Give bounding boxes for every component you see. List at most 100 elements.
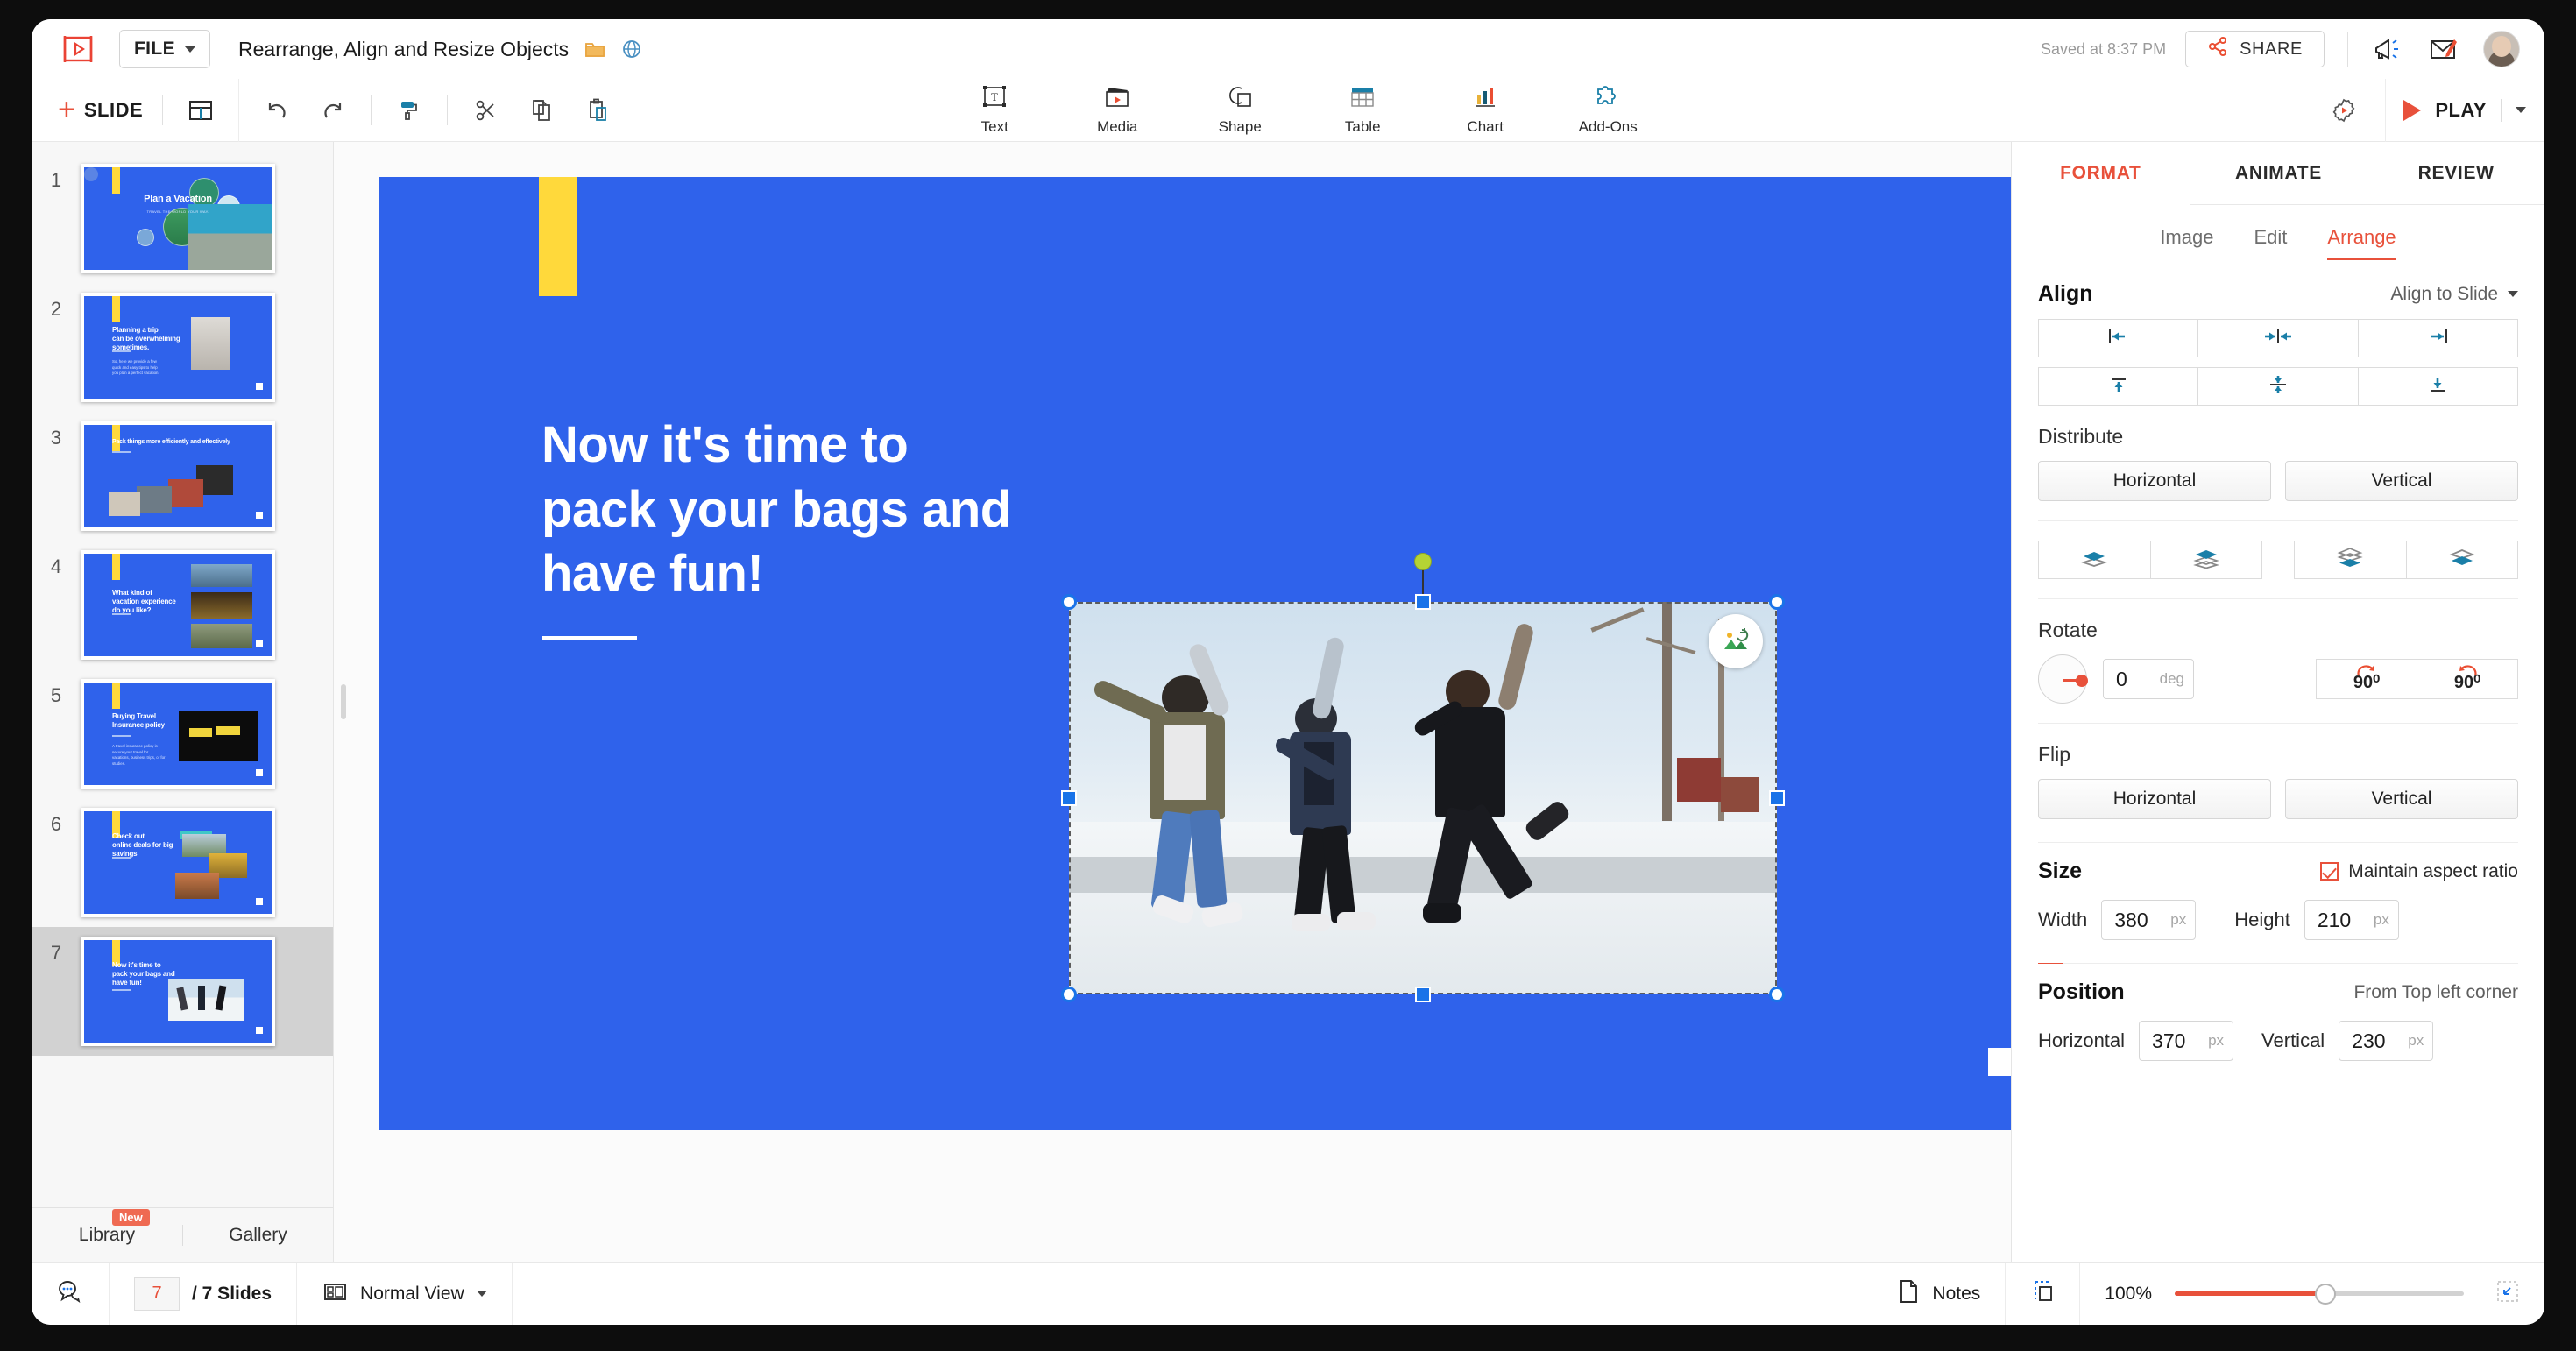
resize-handle-top-center[interactable]: [1415, 594, 1431, 610]
subtab-arrange[interactable]: Arrange: [2327, 226, 2396, 260]
image-content: [1069, 602, 1777, 994]
resize-handle-top-left[interactable]: [1061, 594, 1077, 610]
thumbnail-canvas: Pack things more efficiently and effecti…: [81, 421, 275, 531]
panel-resize-handle[interactable]: [341, 684, 346, 719]
slide-title-text[interactable]: Now it's time to pack your bags and have…: [541, 413, 1011, 606]
align-center-horizontal-button[interactable]: [2197, 319, 2359, 357]
slide-thumbnail-7[interactable]: 7 Now it's time to pack your bags and ha…: [32, 927, 333, 1056]
send-backward-button[interactable]: [2038, 541, 2151, 579]
rotate-handle-icon[interactable]: [1414, 553, 1432, 570]
folder-icon[interactable]: [584, 39, 605, 60]
height-label: Height: [2234, 909, 2290, 930]
file-menu-button[interactable]: FILE: [119, 30, 210, 68]
copy-icon[interactable]: [523, 93, 560, 128]
align-target-dropdown[interactable]: Align to Slide: [2390, 284, 2518, 305]
slide-stage[interactable]: Now it's time to pack your bags and have…: [379, 177, 2011, 1130]
view-mode-dropdown[interactable]: Normal View: [297, 1262, 513, 1325]
shape-icon: [1225, 84, 1255, 115]
notes-button[interactable]: Notes: [1872, 1262, 2006, 1325]
envelope-edit-icon[interactable]: [2427, 34, 2459, 64]
rotate-counterclockwise-button[interactable]: 90⁰: [2417, 659, 2518, 699]
resize-handle-middle-left[interactable]: [1061, 790, 1077, 806]
width-input[interactable]: 380 px: [2101, 900, 2197, 940]
slide-thumbnail-5[interactable]: 5 Buying Travel Insurance policy A trave…: [32, 669, 333, 798]
position-vertical-input[interactable]: 230 px: [2339, 1021, 2434, 1061]
paste-icon[interactable]: [579, 93, 616, 128]
rotate-clockwise-button[interactable]: 90⁰: [2316, 659, 2417, 699]
gallery-label: Gallery: [229, 1224, 287, 1245]
slide-thumbnail-6[interactable]: 6 Check out online deals for big savings: [32, 798, 333, 927]
align-middle-vertical-button[interactable]: [2197, 367, 2359, 406]
selected-image-object[interactable]: [1061, 553, 1785, 1002]
resize-handle-top-right[interactable]: [1769, 594, 1785, 610]
maintain-aspect-ratio-checkbox[interactable]: Maintain aspect ratio: [2320, 861, 2518, 882]
gear-play-icon[interactable]: [2325, 93, 2362, 128]
slides-list[interactable]: 1 Plan a Vacation TRAVEL THE WORLD YOUR …: [32, 142, 333, 1207]
send-to-back-button[interactable]: [2149, 541, 2262, 579]
zoom-slider-handle[interactable]: [2314, 1283, 2336, 1305]
distribute-vertical-button[interactable]: Vertical: [2285, 461, 2518, 501]
insert-media-button[interactable]: Media: [1078, 84, 1157, 136]
rotation-dial[interactable]: [2038, 654, 2088, 704]
document-title[interactable]: Rearrange, Align and Resize Objects: [238, 38, 569, 61]
paint-roller-icon[interactable]: [391, 93, 428, 128]
tab-review[interactable]: REVIEW: [2367, 142, 2544, 205]
subtab-image[interactable]: Image: [2160, 226, 2213, 260]
insert-addons-button[interactable]: Add-Ons: [1568, 84, 1647, 136]
zoho-show-logo-icon[interactable]: [61, 33, 96, 65]
slide-thumbnail-2[interactable]: 2 Planning a trip can be overwhelming so…: [32, 283, 333, 412]
align-middle-vertical-icon: [2261, 374, 2296, 400]
globe-icon[interactable]: [621, 39, 642, 60]
position-horizontal-input[interactable]: 370 px: [2139, 1021, 2234, 1061]
page-total-label: / 7 Slides: [192, 1283, 272, 1304]
tab-gallery[interactable]: Gallery: [182, 1224, 333, 1246]
insert-text-button[interactable]: T Text: [955, 84, 1034, 136]
resize-handle-middle-right[interactable]: [1769, 790, 1785, 806]
guides-button[interactable]: [2006, 1262, 2081, 1325]
bring-forward-button[interactable]: [2294, 541, 2407, 579]
scissors-icon[interactable]: [467, 93, 504, 128]
app-header: FILE Rearrange, Align and Resize Objects…: [32, 19, 2544, 79]
flip-vertical-button[interactable]: Vertical: [2285, 779, 2518, 819]
resize-handle-bottom-left[interactable]: [1061, 987, 1077, 1002]
fit-to-screen-icon[interactable]: [2495, 1279, 2520, 1308]
slide-canvas-area[interactable]: Now it's time to pack your bags and have…: [334, 142, 2012, 1262]
slide-number: 6: [50, 813, 62, 835]
align-bottom-button[interactable]: [2357, 367, 2518, 406]
comments-button[interactable]: [32, 1262, 110, 1325]
resize-handle-bottom-right[interactable]: [1769, 987, 1785, 1002]
chevron-down-icon[interactable]: [2516, 107, 2526, 113]
undo-icon[interactable]: [258, 93, 295, 128]
share-button[interactable]: SHARE: [2185, 31, 2325, 67]
slide-thumbnail-3[interactable]: 3 Pack things more efficiently and effec…: [32, 412, 333, 541]
tab-format[interactable]: FORMAT: [2012, 142, 2190, 205]
current-page-input[interactable]: 7: [134, 1277, 180, 1311]
align-top-button[interactable]: [2038, 367, 2199, 406]
accent-bar: [112, 425, 120, 451]
resize-handle-bottom-center[interactable]: [1415, 987, 1431, 1002]
subtab-edit[interactable]: Edit: [2254, 226, 2287, 260]
slide-thumbnail-4[interactable]: 4 What kind of vacation experience do yo…: [32, 541, 333, 669]
tab-animate[interactable]: ANIMATE: [2189, 142, 2367, 205]
height-input[interactable]: 210 px: [2304, 900, 2399, 940]
align-right-button[interactable]: [2357, 319, 2518, 357]
slide-thumbnail-1[interactable]: 1 Plan a Vacation TRAVEL THE WORLD YOUR …: [32, 154, 333, 283]
insert-chart-button[interactable]: Chart: [1446, 84, 1525, 136]
replace-image-icon[interactable]: [1709, 614, 1763, 668]
distribute-horizontal-button[interactable]: Horizontal: [2038, 461, 2271, 501]
insert-table-button[interactable]: Table: [1323, 84, 1402, 136]
play-button[interactable]: PLAY: [2385, 78, 2544, 142]
zoom-slider[interactable]: [2175, 1283, 2464, 1305]
insert-shape-button[interactable]: Shape: [1200, 84, 1279, 136]
rotate-degree-input[interactable]: 0 deg: [2103, 659, 2194, 699]
slide-layout-icon[interactable]: [182, 93, 219, 128]
add-slide-button[interactable]: + SLIDE: [58, 95, 143, 124]
redo-icon[interactable]: [315, 93, 351, 128]
bring-to-front-button[interactable]: [2405, 541, 2518, 579]
align-left-button[interactable]: [2038, 319, 2199, 357]
avatar[interactable]: [2483, 31, 2520, 67]
section-divider-3: [2038, 723, 2518, 724]
tab-library[interactable]: New Library: [32, 1208, 182, 1246]
flip-horizontal-button[interactable]: Horizontal: [2038, 779, 2271, 819]
megaphone-icon[interactable]: [2371, 34, 2403, 64]
